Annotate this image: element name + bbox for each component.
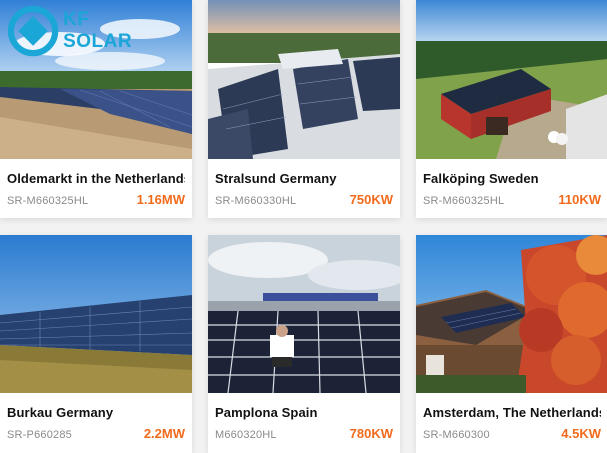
project-photo[interactable] (416, 0, 607, 159)
project-card-pamplona[interactable]: Pamplona Spain M660320HL 780KW (208, 235, 400, 453)
logo-icon (7, 5, 59, 57)
project-card-falkoping[interactable]: Falköping Sweden SR-M660325HL 110KW (416, 0, 607, 218)
project-title[interactable]: Oldemarkt in the Netherlands (7, 171, 185, 186)
project-title[interactable]: Pamplona Spain (215, 405, 393, 420)
panel-model: SR-M660300 (423, 429, 490, 441)
panel-model: M660320HL (215, 429, 277, 441)
panel-model: SR-P660285 (7, 429, 72, 441)
project-photo[interactable] (0, 235, 192, 393)
project-photo[interactable] (208, 0, 400, 159)
project-power: 2.2MW (143, 426, 185, 441)
project-power: 750KW (349, 192, 393, 207)
project-card-burkau[interactable]: Burkau Germany SR-P660285 2.2MW (0, 235, 192, 453)
project-photo[interactable] (416, 235, 607, 393)
project-card-oldemarkt[interactable]: KF SOLAR Oldemarkt in the Netherlands SR… (0, 0, 192, 218)
panel-model: SR-M660325HL (7, 195, 89, 207)
project-card-stralsund[interactable]: Stralsund Germany SR-M660330HL 750KW (208, 0, 400, 218)
project-photo[interactable]: KF SOLAR (0, 0, 192, 159)
project-title[interactable]: Falköping Sweden (423, 171, 601, 186)
project-title[interactable]: Burkau Germany (7, 405, 185, 420)
project-power: 4.5KW (561, 426, 601, 441)
project-title[interactable]: Stralsund Germany (215, 171, 393, 186)
project-power: 780KW (349, 426, 393, 441)
project-power: 1.16MW (136, 192, 185, 207)
logo-text: KF SOLAR (63, 9, 133, 53)
project-power: 110KW (558, 192, 601, 207)
project-photo[interactable] (208, 235, 400, 393)
panel-model: SR-M660325HL (423, 195, 505, 207)
kf-solar-logo: KF SOLAR (6, 4, 132, 58)
project-title[interactable]: Amsterdam, The Netherlands (423, 405, 601, 420)
panel-model: SR-M660330HL (215, 195, 297, 207)
project-card-amsterdam[interactable]: Amsterdam, The Netherlands SR-M660300 4.… (416, 235, 607, 453)
